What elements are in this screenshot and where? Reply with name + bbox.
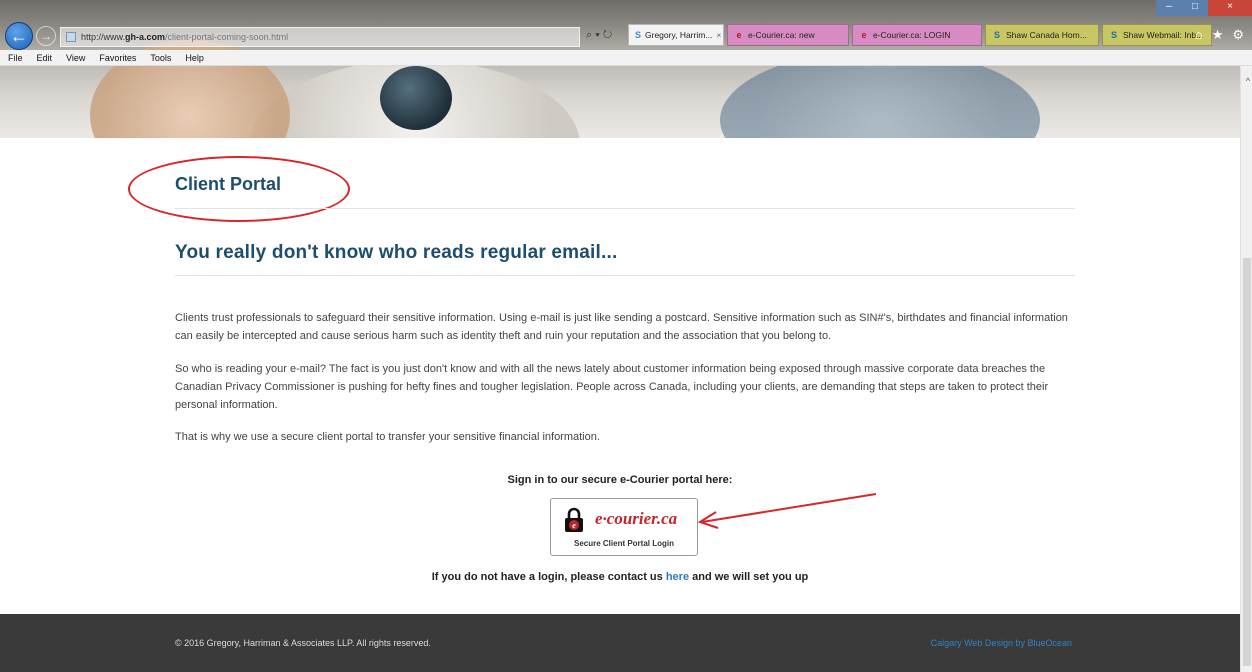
url-path: /client-portal-coming-soon.html (165, 32, 289, 42)
menu-favorites[interactable]: Favorites (99, 53, 136, 63)
tab-label: Shaw Webmail: Inb... (1123, 30, 1204, 40)
menu-tools[interactable]: Tools (150, 53, 171, 63)
svg-text:e: e (572, 521, 576, 530)
scroll-up-arrow-icon[interactable]: ^ (1246, 76, 1250, 86)
section-headline: You really don't know who reads regular … (175, 242, 618, 263)
favorites-star-icon[interactable]: ★ (1212, 27, 1224, 43)
tab-favicon-icon: e (736, 30, 742, 40)
tab-favicon-icon: S (1110, 30, 1117, 40)
contact-line: If you do not have a login, please conta… (0, 571, 1240, 583)
ecourier-brand: e·courier.ca (595, 509, 678, 528)
padlock-icon: e (565, 507, 583, 532)
tab-label: Gregory, Harrim... (645, 30, 713, 40)
url-scheme: http://www. (81, 32, 126, 42)
tab-label: Shaw Canada Hom... (1006, 30, 1087, 40)
tab-label: e-Courier.ca: new (748, 30, 815, 40)
portal-reason-paragraph: That is why we use a secure client porta… (175, 431, 600, 443)
url-host: gh-a.com (125, 32, 166, 42)
signin-prompt: Sign in to our secure e-Courier portal h… (507, 474, 733, 486)
contact-text-before: If you do not have a login, please conta… (431, 571, 666, 583)
menu-help[interactable]: Help (185, 53, 204, 63)
footer-copyright: © 2016 Gregory, Harriman & Associates LL… (175, 638, 431, 648)
browser-toolbar: ← → http://www.gh-a.com/client-portal-co… (0, 0, 1252, 50)
page-title: Client Portal (175, 174, 282, 194)
page-content: Client Portal You really don't know who … (0, 138, 1240, 672)
privacy-paragraph: So who is reading your e-mail? The fact … (175, 363, 1049, 411)
address-bar[interactable]: http://www.gh-a.com/client-portal-coming… (60, 27, 580, 47)
hero-banner-shape (380, 66, 452, 130)
menu-edit[interactable]: Edit (37, 53, 53, 63)
annotation-arrow (697, 493, 877, 529)
close-window-button[interactable]: × (1208, 0, 1252, 16)
tab-ecourier-new[interactable]: e e-Courier.ca: new (727, 24, 849, 46)
minimize-button[interactable]: – (1156, 0, 1182, 16)
ecourier-subtitle: Secure Client Portal Login (573, 539, 674, 548)
tab-favicon-icon: e (861, 30, 867, 40)
tab-favicon-icon: S (993, 30, 1000, 40)
home-icon[interactable]: ⌂ (1195, 27, 1203, 43)
menu-view[interactable]: View (66, 53, 85, 63)
tab-gregory[interactable]: S Gregory, Harrim... × (628, 24, 724, 46)
forward-button[interactable]: → (36, 26, 56, 46)
address-tools[interactable]: ⌕ ▾ ↻ (586, 29, 612, 42)
tab-favicon-icon: S (635, 30, 642, 40)
page-favicon-icon (66, 32, 76, 42)
tab-label: e-Courier.ca: LOGIN (873, 30, 951, 40)
browser-right-icons: ⌂ ★ ⚙ (1195, 27, 1244, 43)
window-controls: – □ × (1156, 0, 1252, 16)
tab-strip: S Gregory, Harrim... × e e-Courier.ca: n… (628, 24, 1215, 46)
tab-close-icon[interactable]: × (716, 25, 721, 45)
maximize-button[interactable]: □ (1182, 0, 1208, 16)
scrollbar-thumb[interactable] (1243, 258, 1251, 666)
menu-bar: File Edit View Favorites Tools Help (0, 50, 1252, 66)
divider (175, 208, 1075, 209)
menu-file[interactable]: File (8, 53, 23, 63)
footer-credit-link[interactable]: Calgary Web Design by BlueOcean (931, 638, 1072, 648)
divider (175, 275, 1075, 276)
tab-ecourier-login[interactable]: e e-Courier.ca: LOGIN (852, 24, 982, 46)
contact-text-after: and we will set you up (689, 571, 809, 583)
contact-here-link[interactable]: here (666, 571, 689, 583)
page-scrollbar[interactable] (1240, 66, 1252, 672)
back-button[interactable]: ← (5, 22, 33, 50)
tab-shaw-home[interactable]: S Shaw Canada Hom... (985, 24, 1099, 46)
settings-gear-icon[interactable]: ⚙ (1232, 27, 1244, 43)
intro-paragraph: Clients trust professionals to safeguard… (175, 312, 1068, 342)
site-footer: © 2016 Gregory, Harriman & Associates LL… (0, 614, 1240, 672)
ecourier-login-button[interactable]: e e·courier.ca Secure Client Portal Logi… (550, 498, 698, 556)
browser-chrome: ← → http://www.gh-a.com/client-portal-co… (0, 0, 1252, 138)
